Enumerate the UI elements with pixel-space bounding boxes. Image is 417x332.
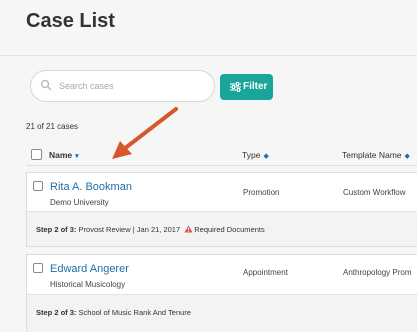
- page-header: Case List: [0, 0, 417, 56]
- case-name-link[interactable]: Rita A. Bookman: [50, 181, 132, 193]
- column-header-name[interactable]: Name ▾: [49, 150, 79, 160]
- case-card[interactable]: Edward Angerer Historical Musicology App…: [26, 254, 417, 332]
- step-separator: |: [132, 225, 135, 234]
- filter-icon: [230, 82, 241, 92]
- filter-button-label: Filter: [243, 81, 268, 92]
- step-text: Provost Review: [78, 225, 131, 234]
- case-step: Step 2 of 3: School of Music Rank And Te…: [36, 308, 191, 317]
- select-all-checkbox[interactable]: [31, 149, 42, 160]
- case-card-main: Edward Angerer Historical Musicology App…: [27, 255, 417, 294]
- header-divider: [26, 165, 417, 166]
- sort-icon: ◆: [404, 153, 410, 160]
- step-date: Jan 21, 2017: [136, 225, 181, 234]
- case-department: Historical Musicology: [50, 280, 126, 289]
- page: Case List Filter 21 of 21 cases Name▾ Ty…: [0, 0, 417, 332]
- row-checkbox[interactable]: [33, 181, 43, 191]
- case-card[interactable]: Rita A. Bookman Demo University Promotio…: [26, 172, 417, 247]
- column-header-name-label: Name: [49, 150, 73, 160]
- search-input[interactable]: [57, 76, 211, 96]
- case-step-bar: Step 2 of 3: School of Music Rank And Te…: [27, 294, 417, 332]
- case-card-main: Rita A. Bookman Demo University Promotio…: [27, 173, 417, 211]
- column-header-template[interactable]: Template Name ◆: [342, 150, 410, 160]
- filter-button[interactable]: Filter: [220, 74, 273, 100]
- warning-icon: [184, 225, 193, 233]
- row-checkbox[interactable]: [33, 263, 43, 273]
- search-box[interactable]: [30, 70, 215, 102]
- column-header-type[interactable]: Type ◆: [242, 150, 269, 160]
- annotation-arrow: [112, 107, 178, 159]
- sort-desc-icon: ▾: [75, 153, 79, 160]
- step-prefix: Step 2 of 3:: [36, 225, 77, 234]
- case-template: Custom Workflow: [343, 188, 406, 197]
- column-header-type-label: Type: [242, 150, 261, 160]
- step-prefix: Step 2 of 3:: [36, 308, 77, 317]
- sort-icon: ◆: [263, 153, 269, 160]
- case-template: Anthropology Prom: [343, 268, 412, 277]
- search-icon: [40, 79, 52, 91]
- case-type: Appointment: [243, 268, 288, 277]
- page-title: Case List: [26, 10, 115, 32]
- result-count: 21 of 21 cases: [26, 122, 79, 131]
- case-name-link[interactable]: Edward Angerer: [50, 263, 129, 275]
- step-text: School of Music Rank And Tenure: [78, 308, 191, 317]
- case-type: Promotion: [243, 188, 280, 197]
- case-step-bar: Step 2 of 3: Provost Review | Jan 21, 20…: [27, 211, 417, 246]
- case-step: Step 2 of 3: Provost Review | Jan 21, 20…: [36, 225, 265, 234]
- step-warning[interactable]: Required Documents: [194, 225, 264, 234]
- column-header-template-label: Template Name: [342, 150, 402, 160]
- case-department: Demo University: [50, 198, 109, 207]
